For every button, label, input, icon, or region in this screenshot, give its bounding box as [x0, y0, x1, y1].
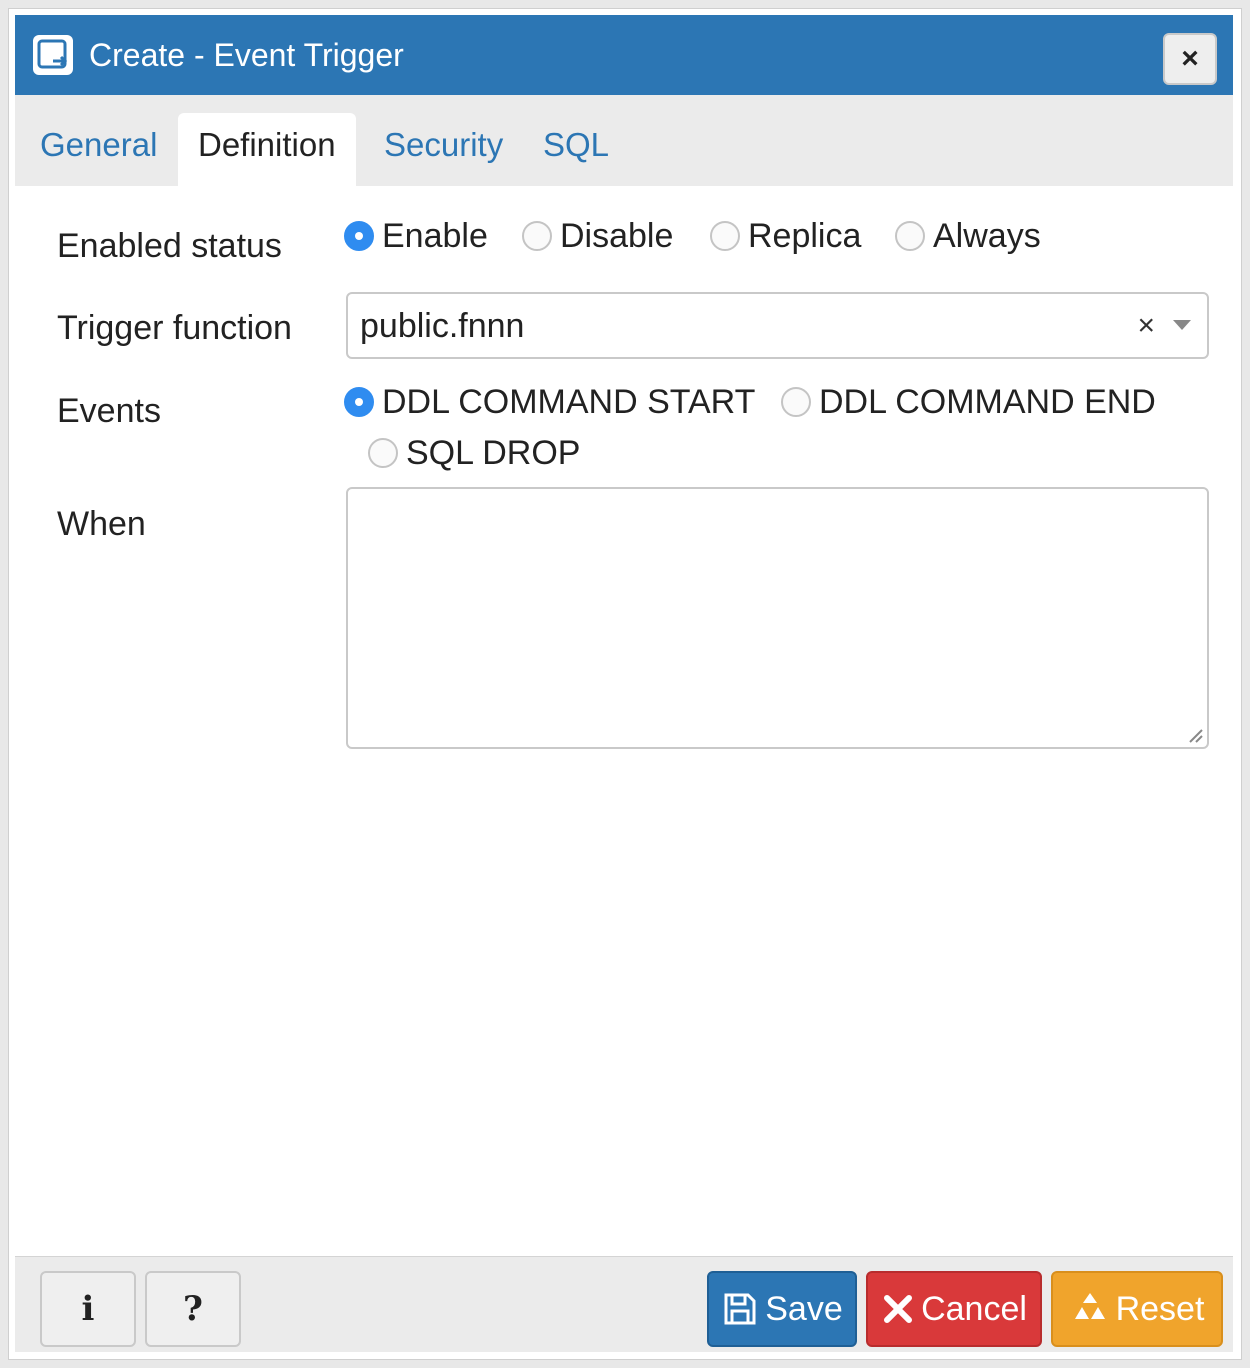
radio-enable[interactable]: Enable: [344, 216, 488, 256]
tab-bar: General Definition Security SQL: [15, 95, 1233, 186]
radio-unchecked-icon: [368, 438, 398, 468]
radio-ddl-command-end[interactable]: DDL COMMAND END: [781, 382, 1156, 422]
close-icon: ×: [1181, 42, 1199, 75]
floppy-disk-icon: [721, 1290, 759, 1328]
radio-disable-label: Disable: [560, 217, 674, 255]
trigger-function-value: public.fnnn: [360, 307, 525, 345]
radio-always[interactable]: Always: [895, 216, 1041, 256]
tab-general[interactable]: General: [40, 113, 157, 186]
tab-sql[interactable]: SQL: [543, 113, 609, 186]
radio-replica-label: Replica: [748, 217, 862, 255]
radio-ddl-command-start[interactable]: DDL COMMAND START: [344, 382, 755, 422]
save-button[interactable]: Save: [707, 1271, 857, 1347]
enabled-status-label: Enabled status: [57, 227, 282, 265]
tab-definition[interactable]: Definition: [178, 113, 356, 186]
dialog-titlebar: Create - Event Trigger ×: [15, 15, 1233, 95]
radio-ddl-command-start-label: DDL COMMAND START: [382, 383, 756, 421]
recycle-icon: [1070, 1289, 1110, 1329]
clear-icon[interactable]: ×: [1137, 308, 1155, 344]
resize-grip-icon[interactable]: [1186, 726, 1204, 744]
trigger-function-label: Trigger function: [57, 309, 292, 347]
radio-sql-drop-label: SQL DROP: [406, 434, 581, 472]
close-icon: [881, 1292, 915, 1326]
radio-checked-icon: [344, 387, 374, 417]
help-icon: ?: [183, 1289, 203, 1329]
cancel-label: Cancel: [921, 1289, 1027, 1328]
help-button[interactable]: ?: [145, 1271, 241, 1347]
radio-replica[interactable]: Replica: [710, 216, 861, 256]
reset-button[interactable]: Reset: [1051, 1271, 1223, 1347]
reset-label: Reset: [1115, 1289, 1205, 1328]
trigger-function-select[interactable]: public.fnnn ×: [346, 292, 1209, 359]
dialog-footer: i ? Save Cancel Reset: [15, 1256, 1233, 1352]
radio-sql-drop[interactable]: SQL DROP: [368, 433, 580, 473]
radio-unchecked-icon: [895, 221, 925, 251]
info-button[interactable]: i: [40, 1271, 136, 1347]
radio-unchecked-icon: [781, 387, 811, 417]
when-textarea[interactable]: [346, 487, 1209, 749]
radio-unchecked-icon: [710, 221, 740, 251]
chevron-down-icon[interactable]: [1173, 320, 1191, 330]
tab-security[interactable]: Security: [384, 113, 503, 186]
dialog-title: Create - Event Trigger: [89, 37, 404, 73]
cancel-button[interactable]: Cancel: [866, 1271, 1042, 1347]
radio-ddl-command-end-label: DDL COMMAND END: [819, 383, 1156, 421]
info-icon: i: [81, 1289, 95, 1329]
radio-checked-icon: [344, 221, 374, 251]
events-label: Events: [57, 392, 161, 430]
radio-unchecked-icon: [522, 221, 552, 251]
radio-disable[interactable]: Disable: [522, 216, 673, 256]
when-label: When: [57, 505, 146, 543]
radio-always-label: Always: [933, 217, 1041, 255]
close-button[interactable]: ×: [1163, 33, 1217, 85]
save-label: Save: [765, 1289, 843, 1328]
radio-enable-label: Enable: [382, 217, 488, 255]
event-trigger-icon: [33, 35, 73, 75]
